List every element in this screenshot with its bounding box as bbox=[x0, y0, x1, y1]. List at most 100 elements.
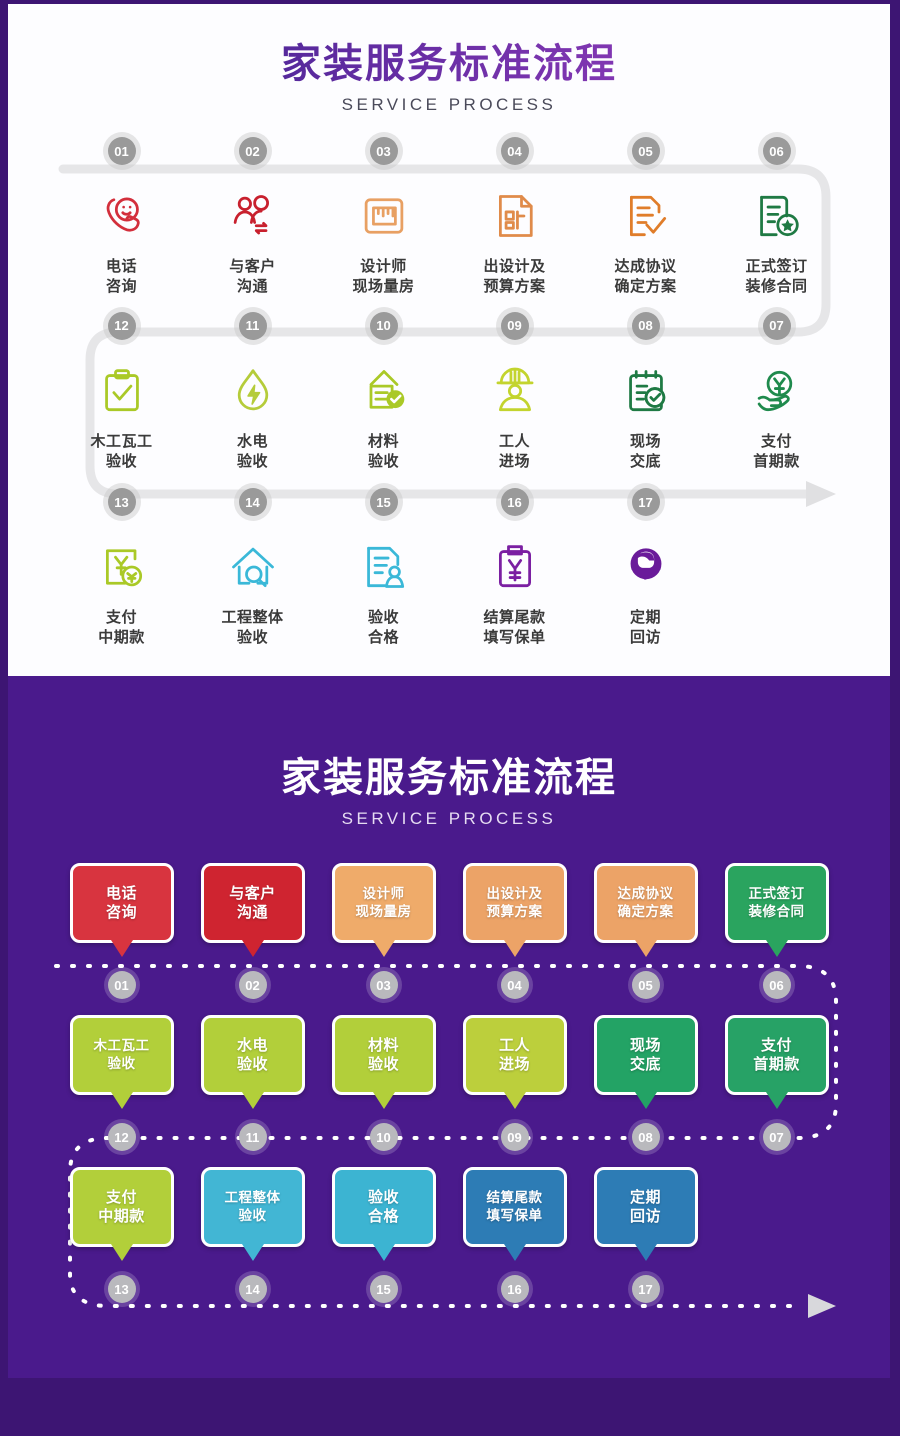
card-step-10[interactable]: 材料 验收 10 bbox=[318, 1015, 449, 1151]
card-bubble-07[interactable]: 支付 首期款 bbox=[724, 1015, 829, 1095]
card-bubble-03[interactable]: 设计师 现场量房 bbox=[331, 863, 436, 943]
top-step-rows: 01 电话 咨询 02 与客户 沟通 03 设计师 现场量房 04 出设计及 预… bbox=[8, 115, 890, 649]
step-number-16: 16 bbox=[500, 488, 529, 516]
card-label-02: 与客户 沟通 bbox=[229, 884, 276, 922]
step-13[interactable]: 13 支付 中期款 bbox=[56, 488, 187, 649]
step-04[interactable]: 04 出设计及 预算方案 bbox=[449, 137, 580, 298]
step-label-13-line1: 支付 bbox=[105, 609, 137, 626]
step-label-01-line2: 咨询 bbox=[105, 278, 137, 296]
top-row-1: 01 电话 咨询 02 与客户 沟通 03 设计师 现场量房 04 出设计及 预… bbox=[8, 137, 890, 298]
card-bubble-02[interactable]: 与客户 沟通 bbox=[200, 863, 305, 943]
card-bubble-11[interactable]: 水电 验收 bbox=[200, 1015, 305, 1095]
step-label-14-line1: 工程整体 bbox=[221, 609, 284, 626]
card-bubble-17[interactable]: 定期 回访 bbox=[593, 1167, 698, 1247]
step-label-09-line2: 进场 bbox=[498, 452, 530, 470]
card-step-01[interactable]: 电话 咨询 01 bbox=[56, 863, 187, 999]
card-label-13: 支付 中期款 bbox=[98, 1188, 145, 1226]
step-17[interactable]: 17 定期 回访 bbox=[580, 488, 711, 649]
card-bubble-05[interactable]: 达成协议 确定方案 bbox=[593, 863, 698, 943]
step-label-03-line1: 设计师 bbox=[360, 258, 407, 275]
step-label-08-line2: 交底 bbox=[629, 452, 661, 470]
bottom-page-title-en: SERVICE PROCESS bbox=[341, 809, 557, 828]
step-number-15: 15 bbox=[369, 488, 398, 516]
card-bubble-10[interactable]: 材料 验收 bbox=[331, 1015, 436, 1095]
step-06[interactable]: 06 正式签订 装修合同 bbox=[711, 137, 842, 298]
step-label-16-line2: 填写保单 bbox=[483, 629, 546, 647]
step-12[interactable]: 12 木工瓦工 验收 bbox=[56, 311, 187, 473]
step-number-01: 01 bbox=[107, 137, 136, 165]
step-label-08-line1: 现场 bbox=[629, 432, 661, 450]
card-number-09: 09 bbox=[500, 1123, 529, 1151]
card-bubble-16[interactable]: 结算尾款 填写保单 bbox=[462, 1167, 567, 1247]
step-number-13: 13 bbox=[107, 488, 136, 516]
step-label-04-line1: 出设计及 bbox=[483, 258, 546, 275]
card-step-14[interactable]: 工程整体 验收 14 bbox=[187, 1167, 318, 1303]
card-step-11[interactable]: 水电 验收 11 bbox=[187, 1015, 318, 1151]
clipboard-yuan-icon bbox=[449, 534, 580, 600]
step-07[interactable]: 07 支付 首期款 bbox=[711, 311, 842, 473]
card-label-09: 工人 进场 bbox=[498, 1036, 530, 1074]
card-step-05[interactable]: 达成协议 确定方案 05 bbox=[580, 863, 711, 999]
card-step-17[interactable]: 定期 回访 17 bbox=[580, 1167, 711, 1303]
step-08[interactable]: 08 现场 交底 bbox=[580, 311, 711, 473]
step-09[interactable]: 09 工人 进场 bbox=[449, 311, 580, 473]
step-label-10: 材料 验收 bbox=[318, 432, 449, 473]
infographic-page: 家装服务标准流程 SERVICE PROCESS 01 电话 咨询 02 与客户… bbox=[0, 0, 900, 1386]
step-10[interactable]: 10 材料 验收 bbox=[318, 311, 449, 473]
step-label-05-line1: 达成协议 bbox=[614, 258, 677, 275]
card-number-10: 10 bbox=[369, 1123, 398, 1151]
card-label-01: 电话 咨询 bbox=[105, 884, 137, 922]
step-number-05: 05 bbox=[631, 137, 660, 165]
step-03[interactable]: 03 设计师 现场量房 bbox=[318, 137, 449, 298]
card-step-06[interactable]: 正式签订 装修合同 06 bbox=[711, 863, 842, 999]
step-11[interactable]: 11 水电 验收 bbox=[187, 311, 318, 473]
bottom-row-3: 支付 中期款 13 工程整体 验收 14 验收 合格 15 结算尾款 填写保单 … bbox=[8, 1167, 890, 1303]
card-bubble-13[interactable]: 支付 中期款 bbox=[69, 1167, 174, 1247]
card-bubble-09[interactable]: 工人 进场 bbox=[462, 1015, 567, 1095]
card-label-11: 水电 验收 bbox=[236, 1036, 268, 1074]
step-label-15: 验收 合格 bbox=[318, 608, 449, 649]
bottom-page-title-cn: 家装服务标准流程 bbox=[281, 756, 617, 800]
card-bubble-08[interactable]: 现场 交底 bbox=[593, 1015, 698, 1095]
top-white-panel: 家装服务标准流程 SERVICE PROCESS 01 电话 咨询 02 与客户… bbox=[8, 4, 890, 676]
page-title-en: SERVICE PROCESS bbox=[341, 95, 557, 114]
step-number-17: 17 bbox=[631, 488, 660, 516]
card-bubble-06[interactable]: 正式签订 装修合同 bbox=[724, 863, 829, 943]
step-number-11: 11 bbox=[238, 311, 267, 340]
card-bubble-14[interactable]: 工程整体 验收 bbox=[200, 1167, 305, 1247]
card-step-02[interactable]: 与客户 沟通 02 bbox=[187, 863, 318, 999]
step-01[interactable]: 01 电话 咨询 bbox=[56, 137, 187, 298]
card-step-16[interactable]: 结算尾款 填写保单 16 bbox=[449, 1167, 580, 1303]
step-label-05: 达成协议 确定方案 bbox=[580, 257, 711, 298]
step-label-16: 结算尾款 填写保单 bbox=[449, 608, 580, 649]
step-label-01: 电话 咨询 bbox=[56, 257, 187, 298]
step-label-10-line1: 材料 bbox=[367, 432, 399, 450]
card-step-15[interactable]: 验收 合格 15 bbox=[318, 1167, 449, 1303]
card-number-05: 05 bbox=[631, 971, 660, 999]
step-14[interactable]: 14 工程整体 验收 bbox=[187, 488, 318, 649]
step-15[interactable]: 15 验收 合格 bbox=[318, 488, 449, 649]
card-bubble-01[interactable]: 电话 咨询 bbox=[69, 863, 174, 943]
card-bubble-04[interactable]: 出设计及 预算方案 bbox=[462, 863, 567, 943]
card-step-09[interactable]: 工人 进场 09 bbox=[449, 1015, 580, 1151]
card-step-04[interactable]: 出设计及 预算方案 04 bbox=[449, 863, 580, 999]
step-05[interactable]: 05 达成协议 确定方案 bbox=[580, 137, 711, 298]
step-number-02: 02 bbox=[238, 137, 267, 165]
step-label-04: 出设计及 预算方案 bbox=[449, 257, 580, 298]
step-label-17: 定期 回访 bbox=[580, 608, 711, 649]
step-02[interactable]: 02 与客户 沟通 bbox=[187, 137, 318, 298]
card-label-05: 达成协议 确定方案 bbox=[617, 886, 674, 919]
card-step-13[interactable]: 支付 中期款 13 bbox=[56, 1167, 187, 1303]
card-bubble-12[interactable]: 木工瓦工 验收 bbox=[69, 1015, 174, 1095]
card-label-12: 木工瓦工 验收 bbox=[93, 1038, 150, 1071]
step-label-15-line2: 合格 bbox=[367, 629, 399, 647]
step-label-16-line1: 结算尾款 bbox=[483, 609, 546, 626]
card-bubble-15[interactable]: 验收 合格 bbox=[331, 1167, 436, 1247]
card-step-12[interactable]: 木工瓦工 验收 12 bbox=[56, 1015, 187, 1151]
card-step-03[interactable]: 设计师 现场量房 03 bbox=[318, 863, 449, 999]
card-step-08[interactable]: 现场 交底 08 bbox=[580, 1015, 711, 1151]
card-step-07[interactable]: 支付 首期款 07 bbox=[711, 1015, 842, 1151]
step-16[interactable]: 16 结算尾款 填写保单 bbox=[449, 488, 580, 649]
step-label-12-line2: 验收 bbox=[105, 452, 137, 470]
card-number-11: 11 bbox=[238, 1123, 267, 1151]
